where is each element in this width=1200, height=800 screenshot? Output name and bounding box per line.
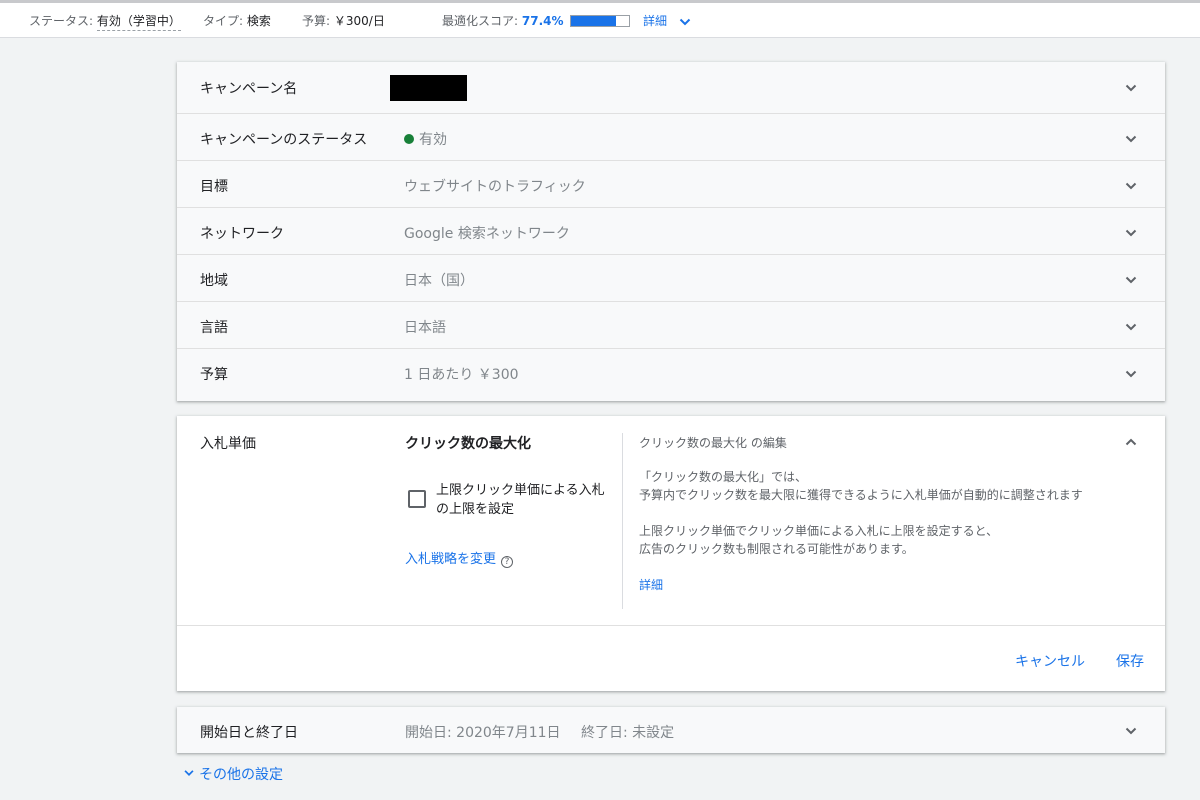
help-paragraph-1-line-2: 予算内でクリック数を最大限に獲得できるように入札単価が自動的に調整されます [639, 488, 1083, 502]
budget-summary-value: ￥300/日 [333, 14, 385, 28]
other-settings-label: その他の設定 [199, 767, 283, 783]
max-cpc-limit-checkbox[interactable] [408, 490, 426, 508]
dates-label: 開始日と終了日 [200, 725, 298, 741]
dates-card: 開始日と終了日 開始日: 2020年7月11日 終了日: 未設定 [177, 707, 1165, 753]
bidding-strategy: クリック数の最大化 [405, 436, 531, 452]
chevron-down-icon [679, 18, 691, 25]
help-icon[interactable]: ? [501, 556, 514, 568]
optimization-score-label: 最適化スコア: [442, 14, 519, 28]
status-summary-label: ステータス: [29, 14, 94, 28]
help-paragraph-2-line-2: 広告のクリック数も制限される可能性があります。 [639, 542, 914, 556]
chevron-down-icon[interactable] [1123, 178, 1139, 194]
settings-row-goal[interactable]: 目標 ウェブサイトのトラフィック [177, 161, 1165, 208]
campaign-name-label: キャンペーン名 [200, 81, 298, 97]
bidding-card: 入札単価 クリック数の最大化 上限クリック単価による入札の上限を設定 入札戦略を… [177, 416, 1165, 691]
goal-value: ウェブサイトのトラフィック [404, 179, 586, 195]
chevron-down-icon[interactable] [1123, 225, 1139, 241]
status-dot-icon [404, 134, 414, 144]
settings-row-location[interactable]: 地域 日本（国） [177, 255, 1165, 302]
status-summary-value[interactable]: 有効（学習中） [96, 14, 181, 31]
campaign-status-text: 有効 [419, 132, 447, 148]
start-date-value: 開始日: 2020年7月11日 [405, 725, 561, 741]
language-label: 言語 [200, 320, 228, 336]
goal-label: 目標 [200, 179, 228, 195]
budget-summary: 予算: ￥300/日 [302, 12, 385, 29]
other-settings-toggle[interactable]: その他の設定 [182, 764, 283, 784]
max-cpc-limit-label[interactable]: 上限クリック単価による入札の上限を設定 [436, 481, 606, 519]
chevron-up-icon[interactable] [1123, 434, 1139, 450]
location-label: 地域 [200, 273, 228, 289]
chevron-down-icon [184, 770, 194, 776]
optimization-score-value: 77.4% [521, 14, 564, 28]
budget-label: 予算 [200, 367, 228, 383]
settings-row-network[interactable]: ネットワーク Google 検索ネットワーク [177, 208, 1165, 255]
end-date-value: 終了日: 未設定 [581, 725, 675, 741]
help-paragraph-2: 上限クリック単価でクリック単価による入札に上限を設定すると、 広告のクリック数も… [639, 522, 1139, 558]
budget-value: 1 日あたり ￥300 [404, 367, 519, 383]
network-value: Google 検索ネットワーク [404, 226, 570, 242]
location-value: 日本（国） [404, 273, 474, 289]
network-label: ネットワーク [200, 226, 284, 242]
settings-row-campaign-name[interactable]: キャンペーン名 [177, 62, 1165, 114]
save-button[interactable]: 保存 [1116, 651, 1144, 671]
campaign-settings-card: キャンペーン名 キャンペーンのステータス 有効 目標 ウェブサイトのトラフィック… [177, 62, 1165, 401]
help-panel-title: クリック数の最大化 の編集 [639, 436, 787, 450]
details-toggle-label: 詳細 [643, 14, 668, 28]
divider [177, 625, 1165, 626]
details-toggle[interactable]: 詳細 [643, 12, 693, 30]
chevron-down-icon[interactable] [1123, 131, 1139, 147]
chevron-down-icon[interactable] [1123, 272, 1139, 288]
chevron-down-icon[interactable] [1123, 80, 1139, 96]
status-summary: ステータス: 有効（学習中） [29, 12, 181, 31]
type-summary-value: 検索 [246, 14, 271, 28]
help-paragraph-1: 「クリック数の最大化」では、 予算内でクリック数を最大限に獲得できるように入札単… [639, 468, 1139, 504]
help-details-link[interactable]: 詳細 [639, 576, 663, 593]
chevron-down-icon[interactable] [1123, 723, 1139, 739]
optimization-score-bar [570, 15, 631, 27]
help-paragraph-2-line-1: 上限クリック単価でクリック単価による入札に上限を設定すると、 [639, 524, 999, 538]
divider [622, 433, 623, 609]
chevron-down-icon[interactable] [1123, 319, 1139, 335]
settings-row-dates[interactable]: 開始日と終了日 開始日: 2020年7月11日 終了日: 未設定 [177, 707, 1165, 753]
cancel-button[interactable]: キャンセル [1015, 651, 1085, 671]
settings-row-campaign-status[interactable]: キャンペーンのステータス 有効 [177, 114, 1165, 161]
bidding-title: 入札単価 [200, 436, 256, 452]
help-paragraph-1-line-1: 「クリック数の最大化」では、 [639, 470, 808, 484]
change-bid-strategy-link[interactable]: 入札戦略を変更? [405, 548, 514, 568]
chevron-down-icon[interactable] [1123, 366, 1139, 382]
type-summary: タイプ: 検索 [203, 12, 271, 29]
type-summary-label: タイプ: [203, 14, 244, 28]
campaign-status-label: キャンペーンのステータス [200, 132, 368, 148]
redacted-campaign-name [390, 75, 467, 101]
campaign-status-value: 有効 [404, 129, 447, 149]
optimization-score-fill [571, 16, 617, 26]
optimization-score: 最適化スコア: 77.4% [442, 12, 631, 29]
language-value: 日本語 [404, 320, 446, 336]
change-bid-strategy-label: 入札戦略を変更 [405, 552, 497, 567]
settings-row-language[interactable]: 言語 日本語 [177, 302, 1165, 349]
settings-row-budget[interactable]: 予算 1 日あたり ￥300 [177, 349, 1165, 396]
campaign-summary-bar: ステータス: 有効（学習中） タイプ: 検索 予算: ￥300/日 最適化スコア… [0, 0, 1200, 38]
budget-summary-label: 予算: [302, 14, 331, 28]
